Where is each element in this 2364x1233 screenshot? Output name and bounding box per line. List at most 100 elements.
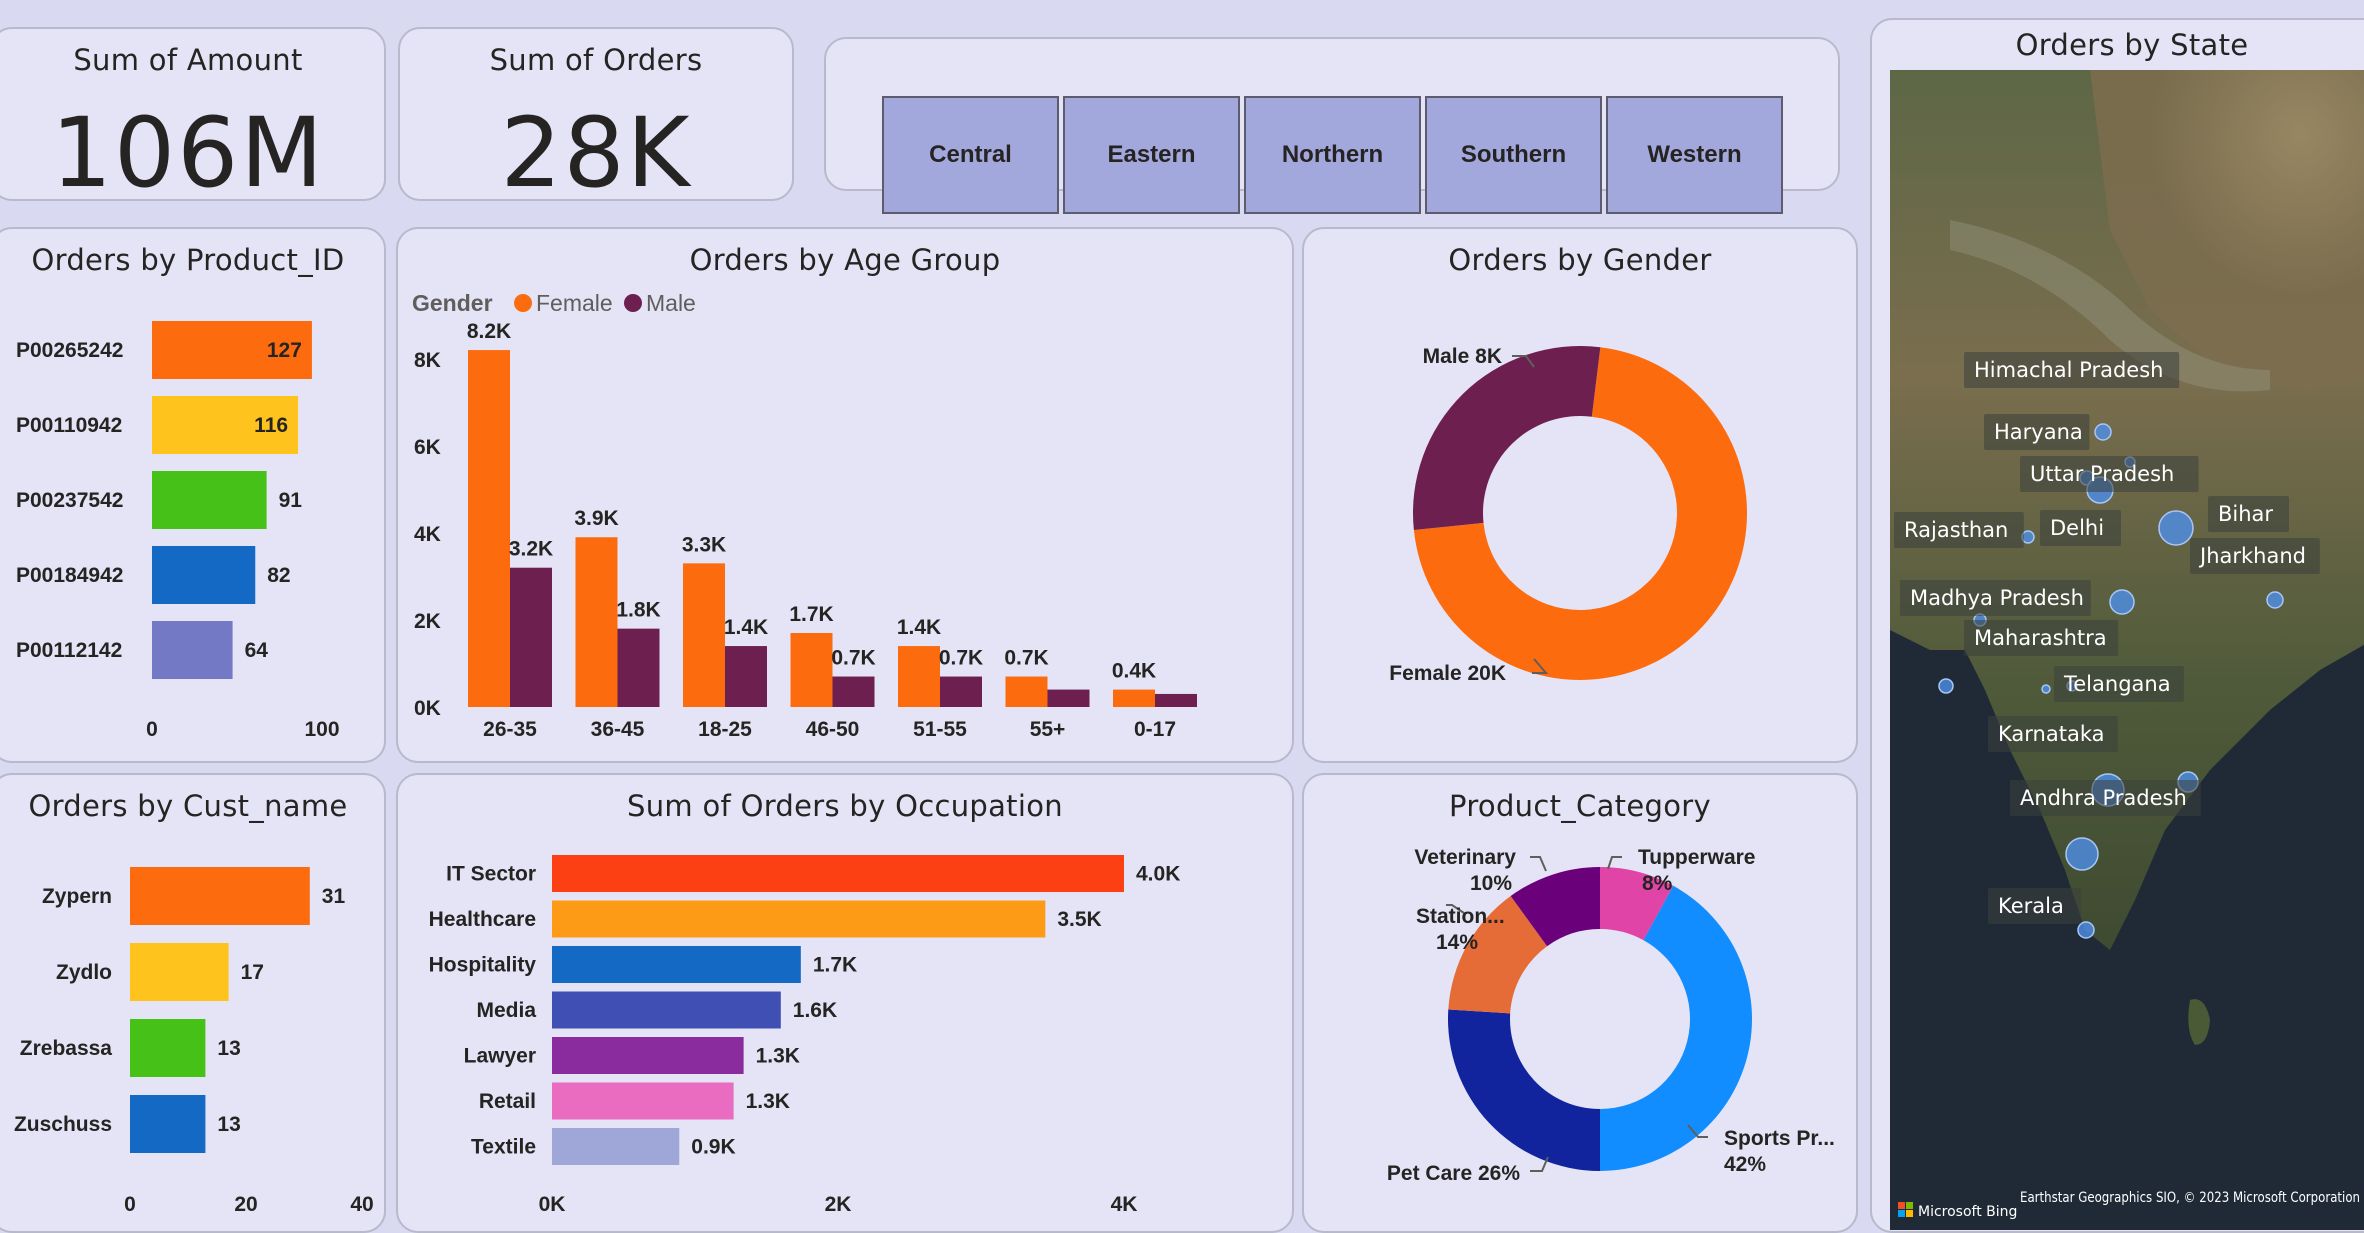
bar[interactable] [832,676,875,707]
kpi-amount-value: 106M [50,97,326,209]
slicer-item-northern[interactable]: Northern [1244,96,1421,214]
bar[interactable] [130,943,229,1001]
legend-marker [624,294,642,312]
category-label: Zrebassa [20,1037,113,1060]
bar[interactable] [552,1128,680,1165]
bar[interactable] [510,567,552,707]
donut-slice[interactable] [1413,346,1601,531]
bar[interactable] [130,1019,206,1077]
slice-label: Pet Care 26% [1387,1162,1520,1185]
slice-label: Veterinary [1414,846,1516,869]
legend-item[interactable]: Male [646,290,696,316]
y-tick-label: 4K [414,523,441,546]
state-label: Delhi [2050,516,2104,540]
data-label: 0.7K [1004,647,1048,670]
category-label: Retail [479,1090,536,1113]
age-chart-card[interactable]: Orders by Age Group Gender Female Male 0K 2K… [396,227,1294,763]
product-chart-card[interactable]: Orders by Product_ID P00265242 127 P001109… [0,227,386,763]
kpi-amount-title: Sum of Amount [73,43,303,77]
x-tick-label: 100 [304,718,339,741]
x-tick-label: 55+ [1030,718,1066,741]
bar[interactable] [1155,693,1197,707]
slicer-item-western[interactable]: Western [1606,96,1783,214]
bar[interactable] [790,633,833,707]
bar[interactable] [152,621,233,679]
gender-chart: Male 8K Female 20K [1389,345,1747,685]
bar[interactable] [575,537,618,707]
slicer-item-central[interactable]: Central [882,96,1059,214]
state-bubble[interactable] [2158,510,2194,546]
gender-chart-card[interactable]: Orders by Gender Male 8K Female 20K [1302,227,1858,763]
x-tick-label: 51-55 [913,718,967,741]
slice-label: Station... [1416,905,1505,928]
state-map[interactable]: Himachal Pradesh Haryana Uttar Pradesh Biha… [1890,70,2364,1230]
data-label: 3.3K [682,533,726,556]
data-label: 91 [279,489,303,512]
x-tick-label: 0 [124,1193,136,1216]
kpi-card-amount[interactable]: Sum of Amount 106M [0,27,386,209]
state-label: Haryana [1994,420,2083,444]
bar[interactable] [552,946,801,983]
bar[interactable] [130,867,310,925]
state-bubble[interactable] [1938,678,1954,694]
product-chart: P00265242 127 P00110942 116 P00237542 91 P0018… [16,321,340,741]
category-label: IT Sector [446,863,536,886]
category-label: P00112142 [16,639,122,662]
region-slicer[interactable]: Central Eastern Northern Southern Wester… [824,37,1840,214]
bar[interactable] [152,546,256,604]
state-bubble[interactable] [2021,530,2035,544]
slice-label: 10% [1470,872,1512,895]
bar[interactable] [552,1037,744,1074]
category-label: P00110942 [16,414,122,437]
bar[interactable] [552,900,1046,938]
state-bubble[interactable] [2041,684,2051,694]
data-label: 8.2K [467,320,511,343]
bar[interactable] [1113,689,1155,707]
slice-label: 42% [1724,1153,1766,1176]
slicer-item-eastern[interactable]: Eastern [1063,96,1240,214]
kpi-card-orders[interactable]: Sum of Orders 28K [398,27,794,209]
data-label: 116 [254,414,288,437]
state-bubble[interactable] [2266,591,2284,609]
state-label: Uttar Pradesh [2030,462,2174,486]
data-label: 1.8K [616,599,660,622]
bar[interactable] [152,471,267,529]
bar[interactable] [617,628,660,707]
category-chart: Sports Pr... 42% Pet Care 26% Station... 14%… [1387,846,1835,1185]
category-chart-card[interactable]: Product_Category Sports Pr... 42% Pet Care… [1302,773,1858,1233]
slicer-item-southern[interactable]: Southern [1425,96,1602,214]
data-label: 1.3K [756,1045,800,1068]
donut-slice[interactable] [1448,1009,1600,1171]
bar[interactable] [552,1082,734,1120]
cust-chart-card[interactable]: Orders by Cust_name Zypern 31 Zydlo 17 Zreba… [0,773,386,1233]
data-label: 64 [245,639,269,662]
x-tick-label: 0K [539,1193,566,1216]
kpi-orders-value: 28K [500,97,692,209]
map-card[interactable]: Orders by State Himachal Pradesh Haryana U… [1870,18,2364,1233]
x-tick-label: 0-17 [1134,718,1176,741]
bar[interactable] [1047,689,1090,707]
bar[interactable] [552,855,1124,892]
state-bubble[interactable] [2077,921,2095,939]
state-label: Rajasthan [1904,518,2008,542]
bar[interactable] [130,1095,206,1153]
bar[interactable] [725,646,767,707]
state-bubble[interactable] [2094,423,2112,441]
category-label: P00184942 [16,564,123,587]
bar[interactable] [898,646,940,707]
leader-line [1607,856,1622,870]
category-label: Textile [471,1136,536,1159]
bar[interactable] [468,350,510,707]
bar[interactable] [552,991,781,1029]
cust-chart: Zypern 31 Zydlo 17 Zrebassa 13 Zuschuss 13 0 20 40 [14,867,374,1216]
bar[interactable] [1005,676,1048,707]
legend-item[interactable]: Female [536,290,613,316]
slice-label: Sports Pr... [1724,1127,1835,1150]
state-bubble[interactable] [2065,837,2099,871]
bar[interactable] [940,676,982,707]
data-label: 1.7K [789,603,833,626]
occupation-chart-card[interactable]: Sum of Orders by Occupation IT Sector 4.0… [396,773,1294,1233]
state-bubble[interactable] [2109,589,2135,615]
bar[interactable] [683,563,725,707]
data-label: 0.7K [831,647,875,670]
